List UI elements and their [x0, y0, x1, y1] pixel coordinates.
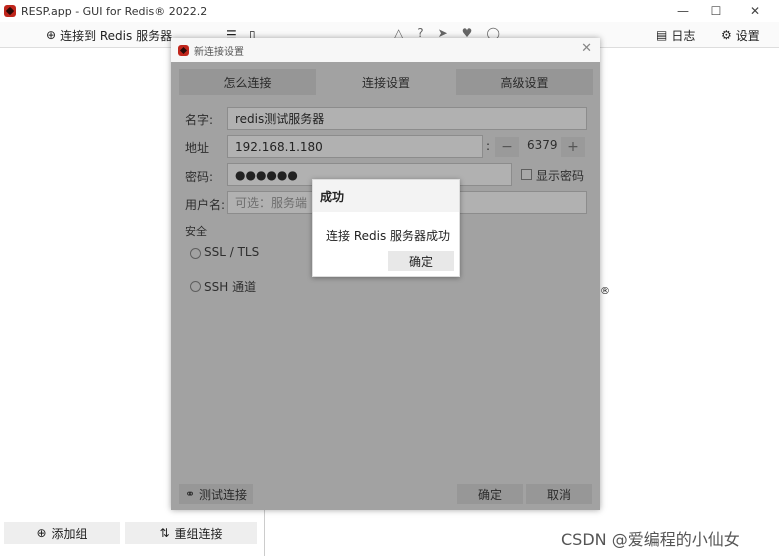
- tab-advanced-settings[interactable]: 高级设置: [456, 69, 593, 95]
- log-label: 日志: [671, 28, 696, 43]
- settings-label: 设置: [735, 28, 760, 43]
- port-field[interactable]: 6379: [527, 138, 558, 152]
- security-label: 安全: [185, 225, 207, 238]
- add-group-button[interactable]: ⊕ 添加组: [4, 522, 120, 544]
- port-increment-button[interactable]: +: [561, 137, 585, 157]
- log-icon: ▤: [656, 28, 668, 42]
- name-label: 名字:: [185, 113, 214, 127]
- name-field[interactable]: redis测试服务器: [227, 107, 587, 130]
- message-text: 连接 Redis 服务器成功: [326, 229, 451, 243]
- tab-connection-settings[interactable]: 连接设置: [316, 69, 456, 95]
- dialog-ok-button[interactable]: 确定: [457, 484, 523, 504]
- dialog-logo-icon: [178, 44, 189, 56]
- connect-server-label: 连接到 Redis 服务器: [60, 28, 173, 43]
- link-icon: ⚭: [184, 487, 196, 501]
- maximize-icon[interactable]: ☐: [696, 0, 736, 22]
- registered-mark: ®: [600, 286, 610, 297]
- settings-button[interactable]: ⚙ 设置: [721, 25, 760, 45]
- port-decrement-button[interactable]: −: [495, 137, 519, 157]
- app-logo-icon: [4, 5, 16, 17]
- show-password-checkbox[interactable]: [521, 169, 532, 180]
- reorder-connections-button[interactable]: ⇅ 重组连接: [125, 522, 257, 544]
- message-title: 成功: [313, 180, 459, 212]
- port-separator: :: [486, 139, 491, 153]
- ssh-label: SSH 通道: [204, 280, 257, 294]
- dialog-cancel-button[interactable]: 取消: [526, 484, 592, 504]
- tab-how-to-connect[interactable]: 怎么连接: [179, 69, 316, 95]
- message-ok-button[interactable]: 确定: [388, 251, 454, 271]
- add-circle-icon: ⊕: [46, 28, 57, 42]
- username-label: 用户名:: [185, 198, 226, 212]
- add-circle-icon: ⊕: [36, 526, 47, 540]
- watermark: CSDN @爱编程的小仙女: [561, 530, 740, 549]
- sort-icon: ⇅: [159, 526, 170, 540]
- ssl-label: SSL / TLS: [204, 245, 260, 259]
- add-group-label: 添加组: [51, 526, 88, 541]
- test-connection-label: 测试连接: [199, 487, 248, 502]
- app-titlebar: RESP.app - GUI for Redis® 2022.2 — ☐ ✕: [0, 0, 779, 22]
- address-label: 地址: [185, 141, 210, 155]
- reorder-label: 重组连接: [174, 526, 223, 541]
- password-label: 密码:: [185, 170, 214, 184]
- show-password-label: 显示密码: [536, 169, 585, 183]
- log-button[interactable]: ▤ 日志: [656, 25, 695, 45]
- dialog-title: 新连接设置: [194, 46, 244, 58]
- ssl-radio[interactable]: [190, 248, 201, 259]
- app-title: RESP.app - GUI for Redis® 2022.2: [21, 4, 208, 18]
- gear-icon: ⚙: [721, 28, 732, 42]
- ssh-radio[interactable]: [190, 281, 201, 292]
- connect-server-button[interactable]: ⊕ 连接到 Redis 服务器: [46, 25, 172, 45]
- dialog-close-icon[interactable]: ✕: [581, 41, 592, 56]
- test-connection-button[interactable]: ⚭ 测试连接: [179, 484, 253, 504]
- host-field[interactable]: 192.168.1.180: [227, 135, 483, 158]
- close-icon[interactable]: ✕: [735, 0, 775, 22]
- dialog-titlebar: 新连接设置 ✕: [171, 38, 600, 62]
- success-message-box: 成功 连接 Redis 服务器成功 确定: [312, 179, 460, 277]
